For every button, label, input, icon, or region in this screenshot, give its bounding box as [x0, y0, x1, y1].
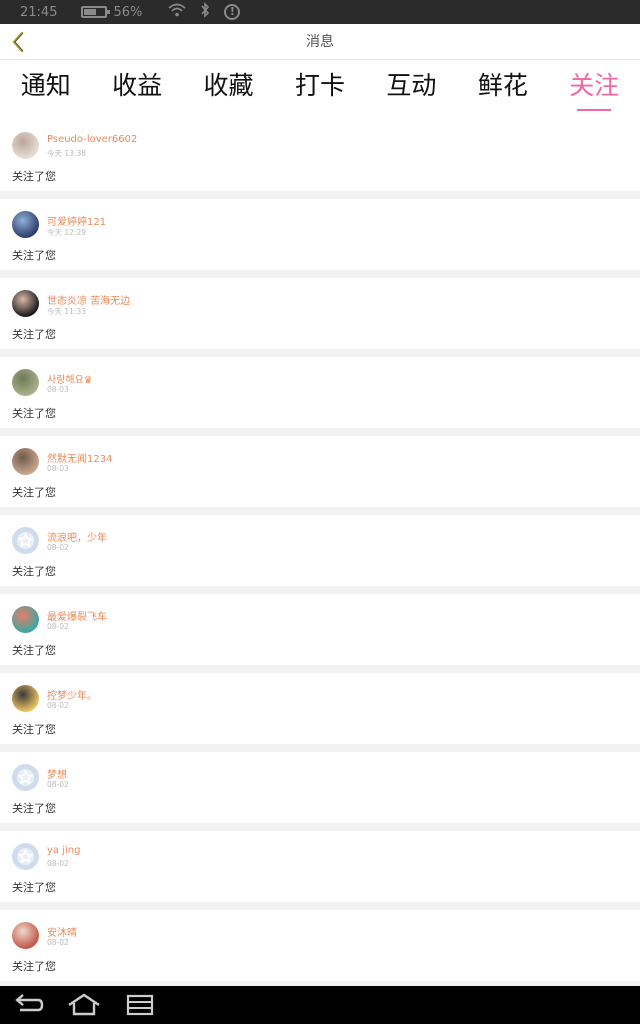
timestamp: 08-02	[47, 938, 69, 947]
follow-list: Pseudo-lover6602 今天 13:38 关注了您 可爱婷婷121 今天 12…	[0, 120, 640, 989]
avatar[interactable]	[12, 922, 39, 949]
timestamp: 今天 12:29	[47, 228, 86, 237]
header-bar: 消息	[0, 24, 640, 60]
list-item[interactable]: Pseudo-lover6602 今天 13:38 关注了您	[0, 120, 640, 191]
follow-message: 关注了您	[12, 486, 56, 499]
username[interactable]: 安沐晴	[47, 924, 77, 939]
follow-message: 关注了您	[12, 328, 56, 341]
battery-percent: 56%	[113, 4, 143, 20]
follow-message: 关注了您	[12, 407, 56, 420]
avatar[interactable]	[12, 369, 39, 396]
follow-message: 关注了您	[12, 960, 56, 973]
follow-message: 关注了您	[12, 881, 56, 894]
default-avatar-star-icon[interactable]	[12, 527, 39, 554]
recent-apps-icon[interactable]	[122, 992, 158, 1018]
tab-checkin[interactable]: 打卡	[274, 60, 365, 120]
bluetooth-icon	[200, 2, 210, 22]
username[interactable]: Pseudo-lover6602	[47, 134, 137, 145]
back-button[interactable]	[6, 28, 30, 56]
timestamp: 08-03	[47, 385, 69, 394]
tab-earnings[interactable]: 收益	[91, 60, 182, 120]
username[interactable]: 控梦少年。	[47, 687, 97, 702]
avatar[interactable]	[12, 211, 39, 238]
avatar[interactable]	[12, 290, 39, 317]
follow-message: 关注了您	[12, 644, 56, 657]
tab-favorites[interactable]: 收藏	[183, 60, 274, 120]
list-item[interactable]: 流浪吧，少年 08-02 关注了您	[0, 515, 640, 586]
timestamp: 今天 11:33	[47, 307, 86, 316]
username[interactable]: 梦想	[47, 766, 67, 781]
timestamp: 08-02	[47, 701, 69, 710]
list-item[interactable]: 梦想 08-02 关注了您	[0, 752, 640, 823]
navigation-bar	[0, 986, 640, 1024]
username[interactable]: 可爱婷婷121	[47, 213, 106, 228]
avatar[interactable]	[12, 606, 39, 633]
battery-icon	[81, 6, 111, 18]
username[interactable]: 最爱爆裂飞车	[47, 608, 107, 623]
tab-interactions[interactable]: 互动	[366, 60, 457, 120]
list-item[interactable]: 可爱婷婷121 今天 12:29 关注了您	[0, 199, 640, 270]
timestamp: 08-02	[47, 543, 69, 552]
info-icon: !	[224, 4, 241, 20]
list-item[interactable]: 사랑해요♛ 08-03 关注了您	[0, 357, 640, 428]
avatar[interactable]	[12, 685, 39, 712]
tab-notifications[interactable]: 通知	[0, 60, 91, 120]
follow-message: 关注了您	[12, 170, 56, 183]
list-item[interactable]: 然默无闻1234 08-03 关注了您	[0, 436, 640, 507]
list-item[interactable]: 世态炎凉 苦海无边 今天 11:33 关注了您	[0, 278, 640, 349]
avatar[interactable]	[12, 132, 39, 159]
timestamp: 今天 13:38	[47, 149, 86, 158]
wifi-icon	[168, 3, 186, 21]
home-icon[interactable]	[66, 992, 102, 1018]
username[interactable]: 流浪吧，少年	[47, 529, 107, 544]
follow-message: 关注了您	[12, 723, 56, 736]
timestamp: 08-02	[47, 622, 69, 631]
follow-message: 关注了您	[12, 802, 56, 815]
list-item[interactable]: 安沐晴 08-02 关注了您	[0, 910, 640, 981]
username[interactable]: 사랑해요♛	[47, 371, 93, 386]
back-icon[interactable]	[10, 992, 46, 1018]
follow-message: 关注了您	[12, 249, 56, 262]
list-item[interactable]: 控梦少年。 08-02 关注了您	[0, 673, 640, 744]
default-avatar-star-icon[interactable]	[12, 764, 39, 791]
follow-message: 关注了您	[12, 565, 56, 578]
username[interactable]: 世态炎凉 苦海无边	[47, 292, 130, 307]
list-item[interactable]: 最爱爆裂飞车 08-02 关注了您	[0, 594, 640, 665]
chevron-left-icon	[12, 31, 24, 53]
avatar[interactable]	[12, 448, 39, 475]
tab-follows[interactable]: 关注	[549, 60, 640, 120]
list-item[interactable]: ya jing 08-02 关注了您	[0, 831, 640, 902]
username[interactable]: 然默无闻1234	[47, 450, 112, 465]
default-avatar-star-icon[interactable]	[12, 843, 39, 870]
tab-bar: 通知 收益 收藏 打卡 互动 鲜花 关注	[0, 60, 640, 120]
timestamp: 08-02	[47, 780, 69, 789]
username[interactable]: ya jing	[47, 845, 80, 856]
page-title: 消息	[306, 34, 334, 50]
status-time: 21:45	[20, 4, 58, 20]
timestamp: 08-03	[47, 464, 69, 473]
timestamp: 08-02	[47, 859, 69, 868]
tab-flowers[interactable]: 鲜花	[457, 60, 548, 120]
status-bar: 21:45 56% !	[0, 0, 640, 24]
